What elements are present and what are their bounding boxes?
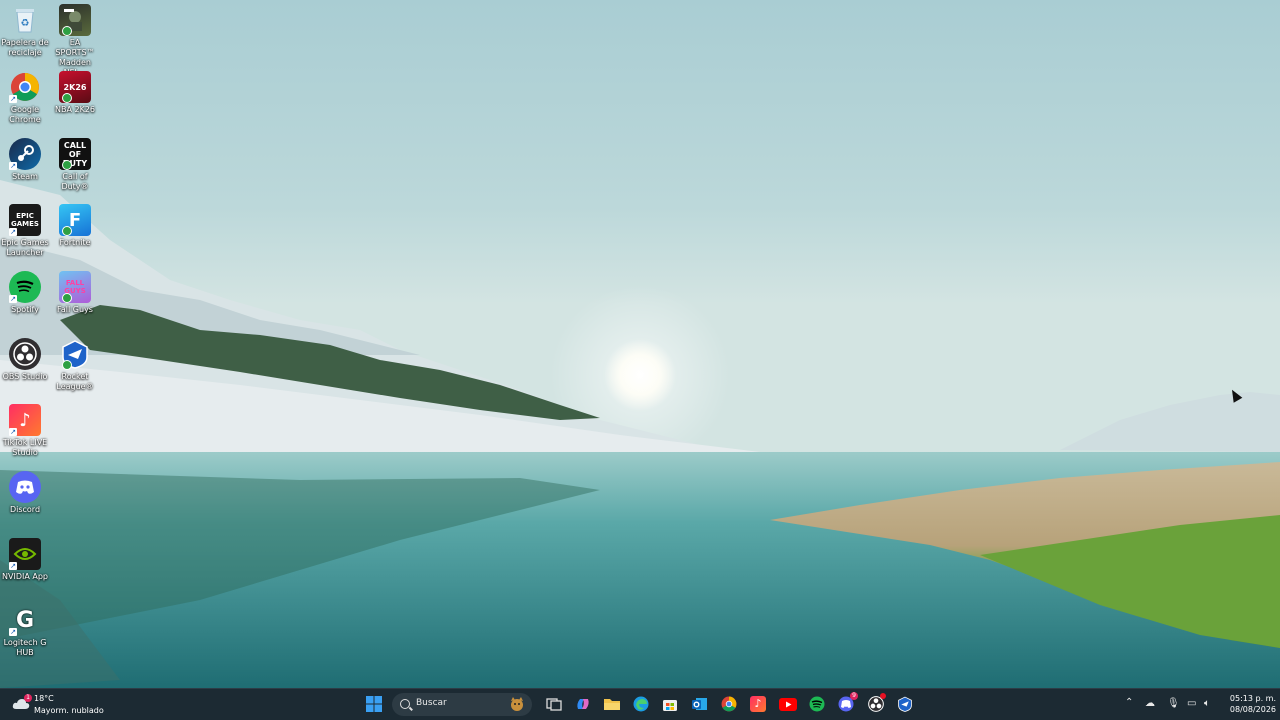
desktop-icon-fortnite[interactable]: F Fortnite bbox=[50, 200, 100, 262]
desktop-icon-label: Call of Duty® bbox=[61, 172, 89, 191]
desktop-icon-recycle-bin[interactable]: ♻ Papelera de reciclaje bbox=[0, 0, 50, 62]
recycle-bin-icon: ♻ bbox=[9, 4, 41, 36]
chrome-icon bbox=[721, 696, 737, 712]
desktop[interactable]: ♻ Papelera de reciclaje ↗ Google Chrome … bbox=[0, 0, 1280, 688]
edge-icon bbox=[633, 696, 649, 712]
desktop-icon-label: Discord bbox=[9, 505, 41, 514]
desktop-icon-label: Logitech G HUB bbox=[3, 638, 47, 657]
shortcut-arrow-icon: ↗ bbox=[9, 162, 17, 170]
start-icon bbox=[366, 696, 382, 712]
desktop-icon-rocket-league[interactable]: Rocket League® bbox=[50, 334, 100, 396]
desktop-icon-label: Steam bbox=[12, 172, 38, 181]
store-icon bbox=[663, 700, 677, 711]
search-placeholder: Buscar bbox=[416, 698, 447, 708]
sync-check-icon bbox=[62, 93, 72, 103]
desktop-icon-nba2k[interactable]: 2K26 NBA 2K26 bbox=[50, 67, 100, 129]
desktop-icon-label: Fortnite bbox=[59, 238, 91, 247]
task-view-icon bbox=[546, 698, 562, 711]
task-view-button[interactable] bbox=[542, 692, 566, 716]
desktop-icon-label: NVIDIA App bbox=[2, 572, 48, 581]
desktop-icon-logitech[interactable]: G ↗ Logitech G HUB bbox=[0, 600, 50, 662]
obs-icon bbox=[9, 338, 41, 370]
start-button[interactable] bbox=[362, 692, 386, 716]
desktop-icon-obs[interactable]: OBS Studio bbox=[0, 334, 50, 396]
shortcut-arrow-icon: ↗ bbox=[9, 628, 17, 636]
taskbar-youtube[interactable] bbox=[776, 692, 800, 716]
desktop-icon-nvidia[interactable]: ↗ NVIDIA App bbox=[0, 534, 50, 596]
volume-icon[interactable]: 🔈︎ bbox=[1204, 698, 1210, 709]
taskbar-obs[interactable] bbox=[864, 692, 888, 716]
weather-condition: Mayorm. nublado bbox=[34, 706, 104, 715]
shortcut-arrow-icon: ↗ bbox=[9, 95, 17, 103]
search-highlight-icon bbox=[511, 697, 523, 711]
taskbar-store[interactable] bbox=[658, 692, 682, 716]
weather-temperature: 18°C bbox=[34, 694, 54, 703]
desktop-icon-label: Fall Guys bbox=[57, 305, 93, 314]
weather-widget[interactable]: 1 18°C Mayorm. nublado bbox=[10, 692, 120, 718]
desktop-icon-label: Google Chrome bbox=[9, 105, 41, 124]
desktop-icon-call-of-duty[interactable]: CALL OF DUTY Call of Duty® bbox=[50, 134, 100, 196]
clock-time: 05:13 p. m. bbox=[1229, 694, 1276, 703]
taskbar-edge[interactable] bbox=[629, 692, 653, 716]
rocket-league-icon bbox=[898, 696, 912, 712]
outlook-icon bbox=[692, 698, 707, 710]
search-input[interactable]: Buscar bbox=[392, 693, 532, 716]
recording-indicator bbox=[880, 693, 886, 699]
taskbar-discord[interactable]: 9 bbox=[834, 692, 858, 716]
taskbar-rocket-league[interactable] bbox=[893, 692, 917, 716]
desktop-icon-label: Epic Games Launcher bbox=[1, 238, 49, 257]
clock-date: 08/08/2026 bbox=[1229, 705, 1276, 714]
discord-icon bbox=[9, 471, 41, 503]
taskbar-file-explorer[interactable] bbox=[600, 692, 624, 716]
svg-text:♻: ♻ bbox=[21, 18, 30, 29]
sync-check-icon bbox=[62, 360, 72, 370]
desktop-icon-label: OBS Studio bbox=[2, 372, 48, 381]
taskbar: 1 18°C Mayorm. nublado Buscar ♪ 9 ⌃ ☁ 🎙︎… bbox=[0, 688, 1280, 720]
shortcut-arrow-icon: ↗ bbox=[9, 295, 17, 303]
desktop-icon-spotify[interactable]: ↗ Spotify bbox=[0, 267, 50, 329]
onedrive-icon[interactable]: ☁ bbox=[1145, 698, 1155, 709]
desktop-icon-epic-games[interactable]: EPIC GAMES ↗ Epic Games Launcher bbox=[0, 200, 50, 262]
desktop-icon-chrome[interactable]: ↗ Google Chrome bbox=[0, 67, 50, 129]
sync-check-icon bbox=[62, 293, 72, 303]
desktop-icon-label: Rocket League® bbox=[56, 372, 94, 391]
show-hidden-icons-chevron-up-icon[interactable]: ⌃ bbox=[1125, 697, 1133, 708]
desktop-icon-tiktok-live[interactable]: ♪ ↗ TikTok LIVE Studio bbox=[0, 400, 50, 462]
clock[interactable]: 05:13 p. m. 08/08/2026 bbox=[1222, 693, 1276, 715]
file-explorer-icon bbox=[604, 699, 620, 710]
weather-badge: 1 bbox=[24, 694, 32, 702]
taskbar-copilot[interactable] bbox=[571, 692, 595, 716]
taskbar-chrome[interactable] bbox=[717, 692, 741, 716]
desktop-icon-label: NBA 2K26 bbox=[54, 105, 95, 114]
tiktok-icon: ♪ bbox=[750, 696, 766, 712]
taskbar-spotify[interactable] bbox=[805, 692, 829, 716]
notification-badge: 9 bbox=[850, 692, 858, 700]
desktop-icon-madden[interactable]: EA SPORTS™ Madden NFL... bbox=[50, 0, 100, 77]
youtube-icon bbox=[779, 697, 797, 711]
shortcut-arrow-icon: ↗ bbox=[9, 228, 17, 236]
search-icon bbox=[400, 699, 410, 709]
taskbar-tiktok[interactable]: ♪ bbox=[746, 692, 770, 716]
desktop-icon-label: Spotify bbox=[11, 305, 39, 314]
taskbar-outlook[interactable] bbox=[688, 692, 712, 716]
wallpaper bbox=[0, 0, 1280, 688]
shortcut-arrow-icon: ↗ bbox=[9, 428, 17, 436]
network-icon[interactable]: ▭ bbox=[1187, 698, 1196, 709]
desktop-icon-steam[interactable]: ↗ Steam bbox=[0, 134, 50, 196]
shortcut-arrow-icon: ↗ bbox=[9, 562, 17, 570]
desktop-icon-discord[interactable]: Discord bbox=[0, 467, 50, 529]
desktop-icon-fall-guys[interactable]: FALL GUYS Fall Guys bbox=[50, 267, 100, 329]
sync-check-icon bbox=[62, 160, 72, 170]
desktop-icon-label: TikTok LIVE Studio bbox=[2, 438, 48, 457]
spotify-icon bbox=[809, 696, 825, 712]
microphone-icon[interactable]: 🎙︎ bbox=[1167, 698, 1180, 709]
copilot-icon bbox=[577, 699, 589, 709]
desktop-icon-label: Papelera de reciclaje bbox=[1, 38, 49, 57]
sync-check-icon bbox=[62, 26, 72, 36]
sync-check-icon bbox=[62, 226, 72, 236]
